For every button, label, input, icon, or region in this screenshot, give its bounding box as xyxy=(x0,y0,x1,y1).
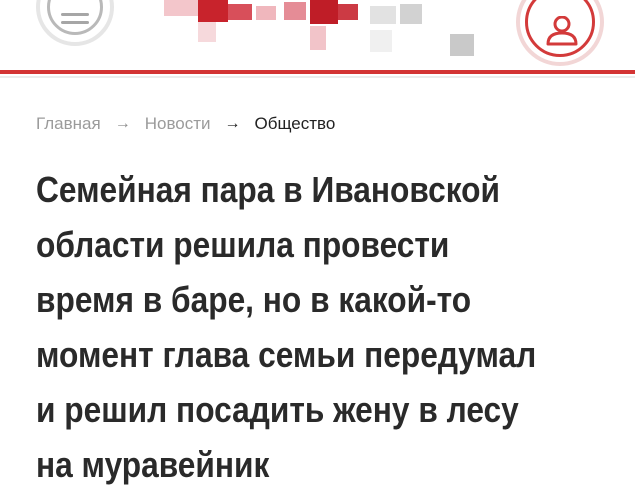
breadcrumb-news[interactable]: Новости xyxy=(145,114,211,134)
breadcrumb-society[interactable]: Общество xyxy=(255,114,336,134)
breadcrumb-separator-icon: → xyxy=(224,115,241,132)
site-logo[interactable] xyxy=(160,0,480,62)
breadcrumb-home[interactable]: Главная xyxy=(36,114,101,134)
user-profile-icon xyxy=(546,16,578,46)
breadcrumb-separator-icon: → xyxy=(114,115,131,132)
menu-button[interactable] xyxy=(36,0,114,46)
header-divider xyxy=(0,76,635,78)
article-title: Семейная пара в Ивановской области решил… xyxy=(36,169,537,485)
header-accent-line xyxy=(0,70,635,74)
breadcrumb: Главная → Новости → Общество xyxy=(36,112,335,136)
hamburger-menu-icon xyxy=(47,0,103,35)
top-bar xyxy=(0,0,635,72)
user-profile-button[interactable] xyxy=(516,0,604,66)
